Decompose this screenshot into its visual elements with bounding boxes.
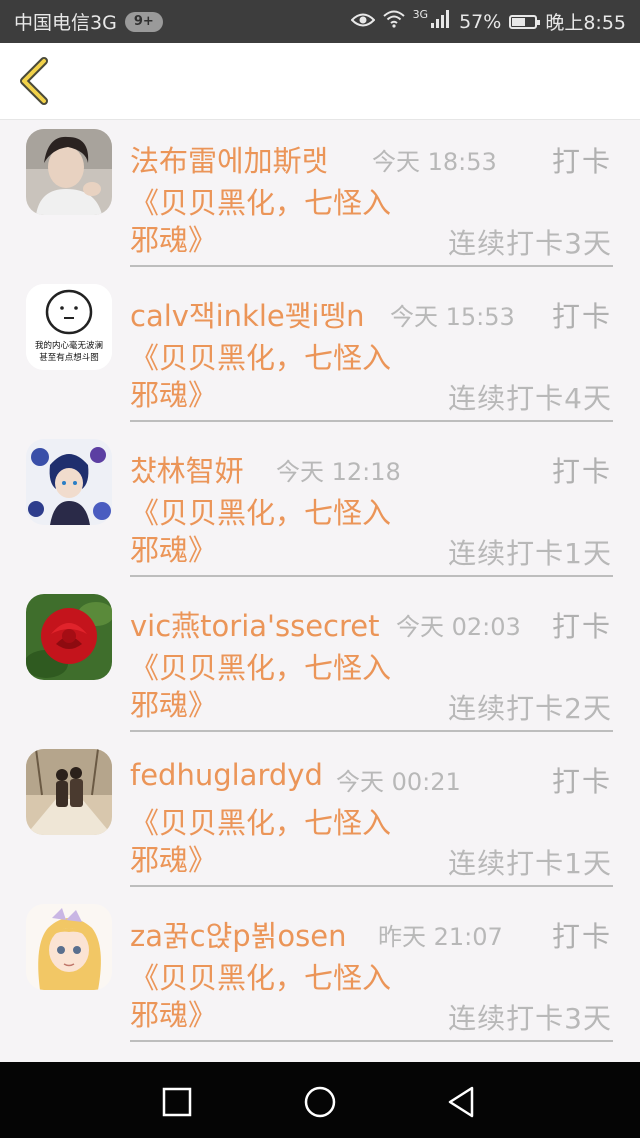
streak-label: 连续打卡1天: [448, 847, 612, 880]
streak-label: 连续打卡3天: [448, 227, 612, 260]
checkin-time: 今天 15:53: [390, 303, 515, 331]
top-header: [0, 43, 640, 120]
task-title-line-1: 《贝贝黑化，七怪入: [130, 961, 392, 995]
task-title: 《贝贝黑化，七怪入 邪魂》: [130, 805, 430, 879]
streak-label: 连续打卡4天: [448, 382, 612, 415]
status-right: 3G 57% 晚上8:55: [350, 0, 626, 43]
divider: [130, 420, 613, 422]
task-title-line-1: 《贝贝黑化，七怪入: [130, 496, 392, 530]
list-item[interactable]: za꿁c얁p뵑osen 昨天 21:07 打卡 《贝贝黑化，七怪入 邪魂》 连续…: [0, 895, 640, 1050]
battery-icon: [509, 14, 541, 29]
nav-back-button[interactable]: [440, 1080, 484, 1124]
home-button[interactable]: [298, 1080, 342, 1124]
user-name: za꿁c얁p뵑osen: [130, 919, 347, 953]
task-title: 《贝贝黑化，七怪入 邪魂》: [130, 185, 430, 259]
list-item[interactable]: fedhuglardyd 今天 00:21 打卡 《贝贝黑化，七怪入 邪魂》 连…: [0, 740, 640, 895]
streak-label: 连续打卡3天: [448, 1002, 612, 1035]
signal-icon: [431, 10, 451, 33]
checkin-action[interactable]: 打卡: [552, 140, 612, 180]
chevron-left-icon: [14, 57, 54, 109]
divider: [130, 265, 613, 267]
avatar[interactable]: 我的内心毫无波澜 甚至有点想斗图: [26, 284, 112, 370]
avatar-caption-1: 我的内心毫无波澜: [35, 340, 103, 351]
task-title-line-2: 邪魂》: [130, 688, 218, 722]
checkin-action[interactable]: 打卡: [552, 450, 612, 490]
triangle-back-icon: [440, 1086, 484, 1128]
avatar[interactable]: [26, 439, 112, 525]
user-name: vic燕toria'ssecret: [130, 609, 380, 643]
task-title-line-2: 邪魂》: [130, 843, 218, 877]
checkin-action[interactable]: 打卡: [552, 295, 612, 335]
list-item[interactable]: 챴林智妍 今天 12:18 打卡 《贝贝黑化，七怪入 邪魂》 连续打卡1天: [0, 430, 640, 585]
eye-icon: [350, 11, 375, 33]
divider: [130, 885, 613, 887]
task-title-line-2: 邪魂》: [130, 378, 218, 412]
carrier-label: 中国电信3G: [14, 12, 117, 34]
task-title: 《贝贝黑化，七怪入 邪魂》: [130, 340, 430, 414]
back-button[interactable]: [14, 57, 54, 105]
task-title-line-2: 邪魂》: [130, 998, 218, 1032]
avatar[interactable]: [26, 129, 112, 215]
avatar[interactable]: [26, 749, 112, 835]
notification-badge: 9+: [124, 11, 163, 32]
task-title: 《贝贝黑化，七怪入 邪魂》: [130, 960, 430, 1034]
checkin-time: 昨天 21:07: [378, 923, 503, 951]
divider: [130, 575, 613, 577]
list-item[interactable]: vic燕toria'ssecret 今天 02:03 打卡 《贝贝黑化，七怪入 …: [0, 585, 640, 740]
system-nav-bar: [0, 1062, 640, 1138]
task-title-line-1: 《贝贝黑化，七怪入: [130, 806, 392, 840]
battery-level-fill: [512, 17, 526, 26]
avatar[interactable]: [26, 594, 112, 680]
checkin-time: 今天 12:18: [276, 458, 401, 486]
network-type-label: 3G: [412, 8, 429, 21]
list-item[interactable]: 我的内心毫无波澜 甚至有点想斗图 calv잭inkle꽺i뗑n 今天 15:53…: [0, 275, 640, 430]
user-name: calv잭inkle꽺i뗑n: [130, 299, 365, 333]
checkin-time: 今天 02:03: [396, 613, 521, 641]
divider: [130, 730, 613, 732]
checkin-action[interactable]: 打卡: [552, 915, 612, 955]
checkin-time: 今天 00:21: [336, 768, 461, 796]
square-icon: [155, 1087, 199, 1128]
recent-apps-button[interactable]: [155, 1080, 199, 1124]
user-name: 法布雷에加斯랫: [130, 144, 329, 178]
task-title: 《贝贝黑化，七怪入 邪魂》: [130, 495, 430, 569]
checkin-time: 今天 18:53: [372, 148, 497, 176]
task-title-line-1: 《贝贝黑化，七怪入: [130, 341, 392, 375]
task-title-line-2: 邪魂》: [130, 223, 218, 257]
task-title-line-1: 《贝贝黑化，七怪入: [130, 651, 392, 685]
checkin-action[interactable]: 打卡: [552, 760, 612, 800]
clock: 晚上8:55: [545, 12, 626, 34]
task-title-line-2: 邪魂》: [130, 533, 218, 567]
checkin-list: 法布雷에加斯랫 今天 18:53 打卡 《贝贝黑化，七怪入 邪魂》 连续打卡3天…: [0, 120, 640, 1062]
user-name: fedhuglardyd: [130, 758, 323, 792]
circle-icon: [298, 1086, 342, 1128]
status-bar: 中国电信3G 9+ 3G 57% 晚上8:55: [0, 0, 640, 43]
task-title: 《贝贝黑化，七怪入 邪魂》: [130, 650, 430, 724]
task-title-line-1: 《贝贝黑化，七怪入: [130, 186, 392, 220]
list-item[interactable]: 法布雷에加斯랫 今天 18:53 打卡 《贝贝黑化，七怪入 邪魂》 连续打卡3天: [0, 120, 640, 275]
divider: [130, 1040, 613, 1042]
avatar[interactable]: [26, 904, 112, 990]
wifi-icon: [382, 10, 405, 33]
avatar-caption-2: 甚至有点想斗图: [39, 352, 99, 363]
checkin-action[interactable]: 打卡: [552, 605, 612, 645]
battery-percent: 57%: [459, 10, 502, 33]
streak-label: 连续打卡1天: [448, 537, 612, 570]
streak-label: 连续打卡2天: [448, 692, 612, 725]
status-left: 中国电信3G 9+: [14, 0, 163, 43]
user-name: 챴林智妍: [130, 454, 244, 488]
